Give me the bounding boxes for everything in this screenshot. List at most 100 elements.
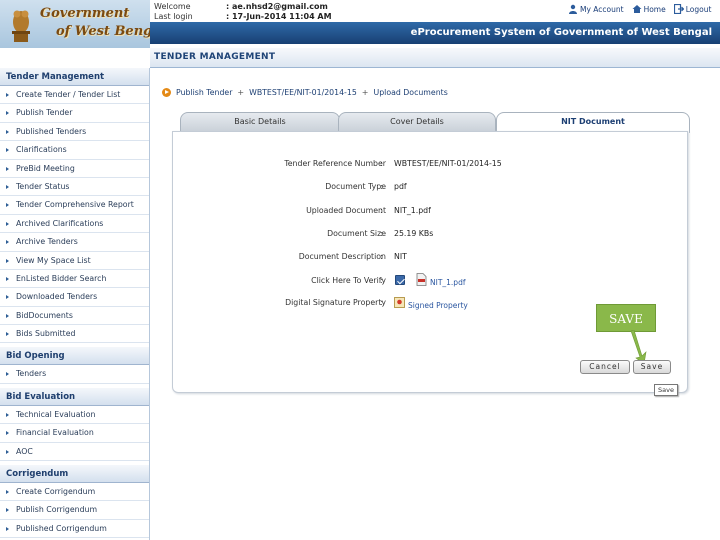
- cancel-button[interactable]: Cancel: [580, 360, 630, 374]
- tab-basic-details[interactable]: Basic Details: [180, 112, 340, 132]
- sidebar-item-label: Tenders: [16, 369, 47, 379]
- signature-certificate-icon[interactable]: [394, 297, 405, 308]
- brand: Government of West Bengal: [0, 0, 166, 48]
- sidebar-item-label: Archive Tenders: [16, 237, 78, 247]
- bullet-icon: [6, 184, 9, 189]
- sidebar-item-label: Tender Comprehensive Report: [16, 200, 134, 210]
- bullet-icon: [6, 412, 9, 417]
- save-callout: SAVE: [596, 304, 656, 332]
- uploaded-document-label: Uploaded Document: [306, 206, 386, 215]
- breadcrumb-tender-ref[interactable]: WBTEST/EE/NIT-01/2014-15: [249, 88, 357, 97]
- bullet-icon: [6, 332, 9, 337]
- sidebar-item-create-tender[interactable]: Create Tender / Tender List: [0, 86, 149, 105]
- verify-pdf-link[interactable]: NIT_1.pdf: [430, 278, 465, 287]
- sidebar-item-comprehensive-report[interactable]: Tender Comprehensive Report: [0, 196, 149, 215]
- sidebar-item-tenders[interactable]: Tenders: [0, 365, 149, 384]
- sidebar-item-create-corrigendum[interactable]: Create Corrigendum: [0, 483, 149, 502]
- sidebar-item-published-tenders[interactable]: Published Tenders: [0, 123, 149, 142]
- sidebar-item-published-corrigendum[interactable]: Published Corrigendum: [0, 520, 149, 539]
- tender-reference-label: Tender Reference Number: [284, 159, 386, 168]
- bullet-icon: [6, 129, 9, 134]
- logout-link[interactable]: Logout: [673, 4, 711, 14]
- sidebar-item-label: Financial Evaluation: [16, 428, 94, 438]
- sidebar-item-label: PreBid Meeting: [16, 163, 75, 173]
- signed-property-link[interactable]: Signed Property: [408, 301, 468, 310]
- section-heading: TENDER MANAGEMENT: [150, 48, 720, 68]
- sidebar-item-bid-documents[interactable]: BidDocuments: [0, 307, 149, 326]
- uploaded-document-value: NIT_1.pdf: [394, 206, 431, 215]
- bullet-icon: [6, 221, 9, 226]
- sidebar-item-bids-submitted[interactable]: Bids Submitted: [0, 325, 149, 344]
- sidebar-item-archive-tenders[interactable]: Archive Tenders: [0, 233, 149, 252]
- sidebar-item-label: BidDocuments: [16, 310, 73, 320]
- breadcrumb-separator: +: [237, 88, 245, 97]
- sidebar-item-label: AOC: [16, 446, 33, 456]
- verify-label: Click Here To Verify: [311, 276, 386, 285]
- sidebar-item-label: Downloaded Tenders: [16, 292, 98, 302]
- save-tooltip: Save: [654, 384, 678, 396]
- sidebar-item-my-space[interactable]: View My Space List: [0, 252, 149, 270]
- sidebar-item-clarifications[interactable]: Clarifications: [0, 141, 149, 160]
- bullet-icon: [6, 526, 9, 531]
- sidebar-item-financial-evaluation[interactable]: Financial Evaluation: [0, 424, 149, 443]
- system-title-bar: eProcurement System of Government of Wes…: [150, 22, 720, 44]
- sidebar-group-bid-opening[interactable]: Bid Opening: [0, 347, 149, 366]
- colon: :: [380, 206, 383, 215]
- section-heading-text: TENDER MANAGEMENT: [154, 52, 276, 62]
- sidebar-item-label: EnListed Bidder Search: [16, 273, 107, 283]
- sidebar-item-downloaded-tenders[interactable]: Downloaded Tenders: [0, 288, 149, 307]
- document-size-label: Document Size: [327, 229, 386, 238]
- breadcrumb-arrow-icon: [162, 88, 171, 97]
- sidebar-item-bidder-search[interactable]: EnListed Bidder Search: [0, 270, 149, 289]
- system-title: eProcurement System of Government of Wes…: [410, 27, 712, 38]
- home-link[interactable]: Home: [632, 4, 666, 14]
- header: Government of West Bengal Welcome : ae.n…: [0, 0, 720, 48]
- last-login-label: Last login: [154, 12, 193, 21]
- document-description-label: Document Description: [298, 252, 386, 261]
- digital-signature-label: Digital Signature Property: [285, 298, 386, 307]
- sidebar-item-publish-tender[interactable]: Publish Tender: [0, 104, 149, 123]
- bullet-icon: [6, 431, 9, 436]
- sidebar-item-archived-clarifications[interactable]: Archived Clarifications: [0, 215, 149, 234]
- my-account-label: My Account: [580, 4, 624, 14]
- user-icon: [569, 4, 577, 14]
- tab-bar: Basic Details Cover Details NIT Document: [180, 112, 690, 133]
- breadcrumb-publish-tender[interactable]: Publish Tender: [176, 88, 232, 97]
- bullet-icon: [6, 240, 9, 245]
- verify-checkbox[interactable]: [395, 275, 405, 285]
- sidebar-item-label: Bids Submitted: [16, 329, 76, 339]
- sidebar-group-tender-management[interactable]: Tender Management: [0, 68, 149, 86]
- sidebar-item-tender-status[interactable]: Tender Status: [0, 178, 149, 197]
- sidebar-item-publish-corrigendum[interactable]: Publish Corrigendum: [0, 501, 149, 520]
- sidebar-item-label: Create Corrigendum: [16, 487, 96, 497]
- sidebar-item-label: Publish Corrigendum: [16, 505, 98, 515]
- colon: :: [380, 298, 383, 307]
- breadcrumb-upload-documents: Upload Documents: [373, 88, 448, 97]
- bullet-icon: [6, 203, 9, 208]
- colon: :: [380, 252, 383, 261]
- sidebar-item-label: Archived Clarifications: [16, 218, 104, 228]
- save-button[interactable]: Save: [633, 360, 671, 374]
- sidebar-group-bid-evaluation[interactable]: Bid Evaluation: [0, 387, 149, 406]
- my-account-link[interactable]: My Account: [568, 4, 624, 14]
- bullet-icon: [6, 166, 9, 171]
- sidebar-item-aoc[interactable]: AOC: [0, 443, 149, 462]
- callout-arrow-icon: [630, 330, 647, 364]
- bullet-icon: [6, 148, 9, 153]
- emblem-icon: [12, 10, 30, 42]
- home-icon: [632, 5, 642, 13]
- tab-nit-document[interactable]: NIT Document: [496, 112, 690, 133]
- bullet-icon: [6, 111, 9, 116]
- breadcrumb: Publish Tender + WBTEST/EE/NIT-01/2014-1…: [162, 88, 448, 97]
- sidebar-group-corrigendum[interactable]: Corrigendum: [0, 465, 149, 484]
- tab-cover-details[interactable]: Cover Details: [338, 112, 496, 132]
- sidebar-item-prebid-meeting[interactable]: PreBid Meeting: [0, 160, 149, 178]
- sidebar-item-label: View My Space List: [16, 255, 91, 265]
- sidebar-item-technical-evaluation[interactable]: Technical Evaluation: [0, 406, 149, 425]
- sidebar-item-label: Create Tender / Tender List: [16, 90, 121, 99]
- pdf-file-icon[interactable]: [416, 273, 427, 286]
- tender-reference-value: WBTEST/EE/NIT-01/2014-15: [394, 159, 502, 168]
- bullet-icon: [6, 372, 9, 377]
- sidebar: Tender Management Create Tender / Tender…: [0, 68, 150, 540]
- colon: :: [380, 229, 383, 238]
